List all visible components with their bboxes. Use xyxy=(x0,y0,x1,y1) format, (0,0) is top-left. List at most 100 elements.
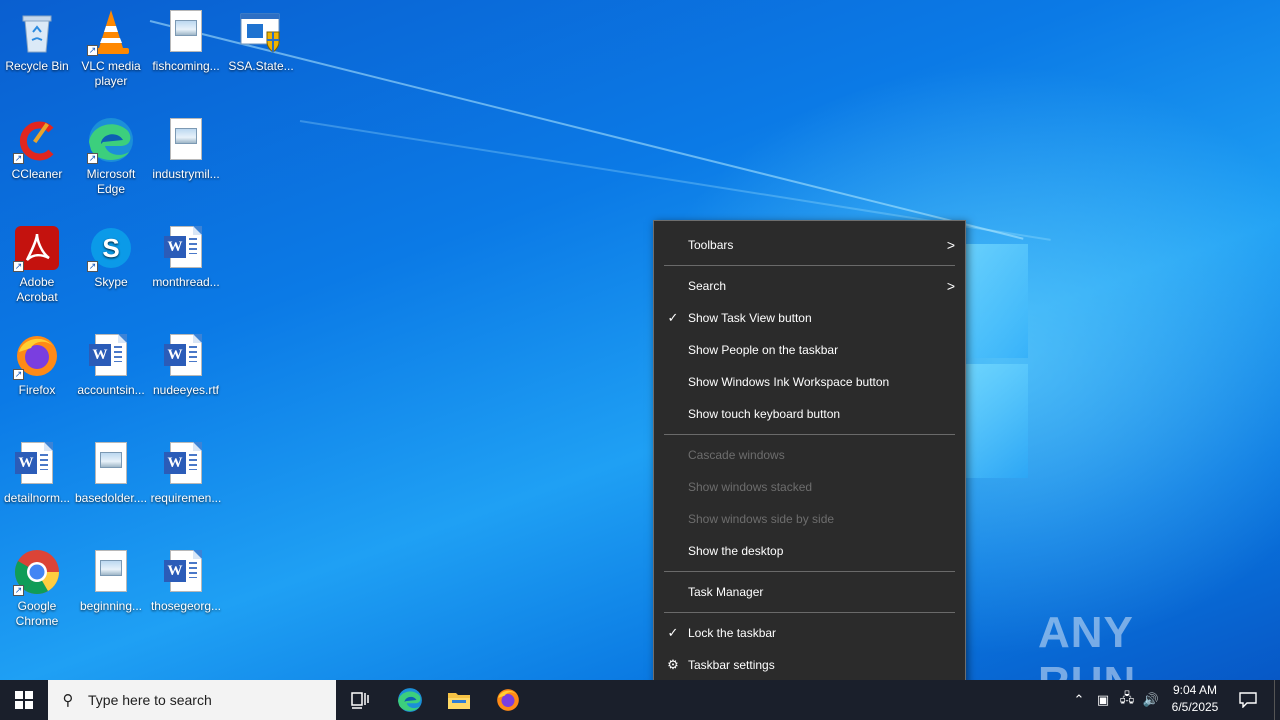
task-view-icon xyxy=(351,692,369,709)
clock-date: 6/5/2025 xyxy=(1171,700,1219,714)
menu-item-label: Show Task View button xyxy=(688,311,812,325)
desktop-icon-label: thosegeorg... xyxy=(150,599,222,613)
desktop-icon-label: detailnorm... xyxy=(3,491,71,505)
desktop-icon-word-doc[interactable]: W nudeeyes.rtf xyxy=(149,324,223,424)
desktop-icon-skype[interactable]: S ↗ Skype xyxy=(74,216,148,316)
tray-app-icon[interactable]: ▣ xyxy=(1092,680,1114,720)
menu-item-toolbars[interactable]: Toolbars > xyxy=(654,229,965,261)
menu-item-label: Show windows side by side xyxy=(688,512,835,526)
desktop-icon-image-file[interactable]: industrymil... xyxy=(149,108,223,208)
gear-icon: ⚙ xyxy=(667,657,679,672)
checkmark-icon: ✓ xyxy=(667,310,679,325)
menu-item-task-manager[interactable]: Task Manager xyxy=(654,576,965,608)
menu-item-label: Show windows stacked xyxy=(688,480,813,494)
taskbar-search-box[interactable]: ⚲ Type here to search xyxy=(48,680,336,720)
menu-item-search[interactable]: Search > xyxy=(654,270,965,302)
taskbar-clock[interactable]: 9:04 AM 6/5/2025 xyxy=(1162,682,1228,716)
menu-item-windows-stacked: Show windows stacked xyxy=(654,471,965,503)
folder-icon xyxy=(448,693,470,709)
desktop-icon-adobe-acrobat[interactable]: ↗ Adobe Acrobat xyxy=(0,216,74,316)
windows-logo-icon xyxy=(15,691,33,709)
menu-item-taskbar-settings[interactable]: ⚙ Taskbar settings xyxy=(654,649,965,681)
menu-item-label: Show touch keyboard button xyxy=(688,407,841,421)
menu-item-cascade-windows: Cascade windows xyxy=(654,439,965,471)
shortcut-arrow-icon: ↗ xyxy=(87,153,98,164)
shortcut-arrow-icon: ↗ xyxy=(13,153,24,164)
desktop-icon-microsoft-edge[interactable]: ↗ Microsoft Edge xyxy=(74,108,148,208)
taskbar-edge-button[interactable] xyxy=(386,680,434,720)
menu-item-show-touch-keyboard[interactable]: Show touch keyboard button xyxy=(654,398,965,430)
clock-time: 9:04 AM xyxy=(1172,683,1218,697)
notification-icon xyxy=(1239,692,1257,708)
desktop-icon-recycle-bin[interactable]: Recycle Bin xyxy=(0,0,74,100)
shortcut-arrow-icon: ↗ xyxy=(87,45,98,56)
image-file-icon xyxy=(162,116,210,164)
skype-icon: S ↗ xyxy=(87,224,135,272)
desktop-icon-image-file[interactable]: beginning... xyxy=(74,540,148,640)
image-file-icon xyxy=(87,548,135,596)
desktop-icon-word-doc[interactable]: W thosegeorg... xyxy=(149,540,223,640)
word-document-icon: W xyxy=(87,332,135,380)
menu-item-show-ink-workspace[interactable]: Show Windows Ink Workspace button xyxy=(654,366,965,398)
desktop-icon-image-file[interactable]: fishcoming... xyxy=(149,0,223,100)
desktop-icon-label: SSA.State... xyxy=(228,59,294,73)
shortcut-arrow-icon: ↗ xyxy=(13,261,24,272)
desktop-icon-label: VLC media player xyxy=(81,59,141,88)
taskbar-context-menu: Toolbars > Search > ✓ Show Task View but… xyxy=(653,220,966,690)
action-center-button[interactable] xyxy=(1232,680,1264,720)
show-desktop-strip[interactable] xyxy=(1274,680,1280,720)
desktop-icon-word-doc[interactable]: W requiremen... xyxy=(149,432,223,532)
desktop-icon-label: industrymil... xyxy=(152,167,220,181)
start-button[interactable] xyxy=(0,680,48,720)
word-document-icon: W xyxy=(162,548,210,596)
desktop-icon-image-file[interactable]: basedolder.... xyxy=(74,432,148,532)
desktop-icon-word-doc[interactable]: W accountsin... xyxy=(74,324,148,424)
volume-button[interactable]: 🔊 xyxy=(1140,680,1162,720)
edge-icon: ↗ xyxy=(87,116,135,164)
menu-separator xyxy=(664,265,955,266)
svg-text:S: S xyxy=(102,233,119,263)
firefox-icon xyxy=(497,689,519,711)
shortcut-arrow-icon: ↗ xyxy=(13,585,24,596)
show-hidden-icons-button[interactable]: ⌃ xyxy=(1068,680,1090,720)
menu-item-label: Cascade windows xyxy=(688,448,785,462)
ccleaner-icon: ↗ xyxy=(13,116,61,164)
desktop-icon-label: Skype xyxy=(94,275,128,289)
desktop-icon-word-doc[interactable]: W detailnorm... xyxy=(0,432,74,532)
windows-logo-pane xyxy=(966,364,1028,478)
word-document-icon: W xyxy=(13,440,61,488)
word-document-icon: W xyxy=(162,332,210,380)
desktop-icon-ssa-statement[interactable]: SSA.State... xyxy=(224,0,298,100)
adobe-acrobat-icon: ↗ xyxy=(13,224,61,272)
network-button[interactable]: 🖧 xyxy=(1116,680,1138,720)
firefox-icon: ↗ xyxy=(13,332,61,380)
desktop-icon-label: CCleaner xyxy=(11,167,63,181)
word-document-icon: W xyxy=(162,440,210,488)
menu-item-lock-taskbar[interactable]: ✓ Lock the taskbar xyxy=(654,617,965,649)
desktop-icon-label: nudeeyes.rtf xyxy=(152,383,220,397)
menu-item-show-task-view[interactable]: ✓ Show Task View button xyxy=(654,302,965,334)
taskbar[interactable]: ⚲ Type here to search ⌃ ▣ 🖧 🔊 9:04 AM 6/… xyxy=(0,680,1280,720)
meet-now-icon: ▣ xyxy=(1096,692,1110,707)
network-icon: 🖧 xyxy=(1119,690,1135,705)
taskbar-firefox-button[interactable] xyxy=(484,680,532,720)
chevron-up-icon: ⌃ xyxy=(1073,692,1085,707)
chevron-right-icon: > xyxy=(946,278,955,294)
recycle-bin-icon xyxy=(13,8,61,56)
desktop-icon-label: Recycle Bin xyxy=(5,59,69,73)
chrome-icon: ↗ xyxy=(13,548,61,596)
task-view-button[interactable] xyxy=(336,680,384,720)
desktop-icon-word-doc[interactable]: W monthread... xyxy=(149,216,223,316)
menu-item-label: Show Windows Ink Workspace button xyxy=(688,375,890,389)
menu-item-label: Lock the taskbar xyxy=(688,626,777,640)
menu-item-show-people[interactable]: Show People on the taskbar xyxy=(654,334,965,366)
desktop-icon-firefox[interactable]: ↗ Firefox xyxy=(0,324,74,424)
taskbar-file-explorer-button[interactable] xyxy=(435,680,483,720)
menu-item-windows-side-by-side: Show windows side by side xyxy=(654,503,965,535)
desktop-icon-vlc[interactable]: ↗ VLC media player xyxy=(74,0,148,100)
menu-item-show-desktop[interactable]: Show the desktop xyxy=(654,535,965,567)
desktop[interactable]: Recycle Bin ↗ CCleaner ↗ Adobe Acrobat ↗… xyxy=(0,0,1280,680)
desktop-icon-google-chrome[interactable]: ↗ Google Chrome xyxy=(0,540,74,640)
menu-item-label: Toolbars xyxy=(688,238,734,252)
desktop-icon-ccleaner[interactable]: ↗ CCleaner xyxy=(0,108,74,208)
